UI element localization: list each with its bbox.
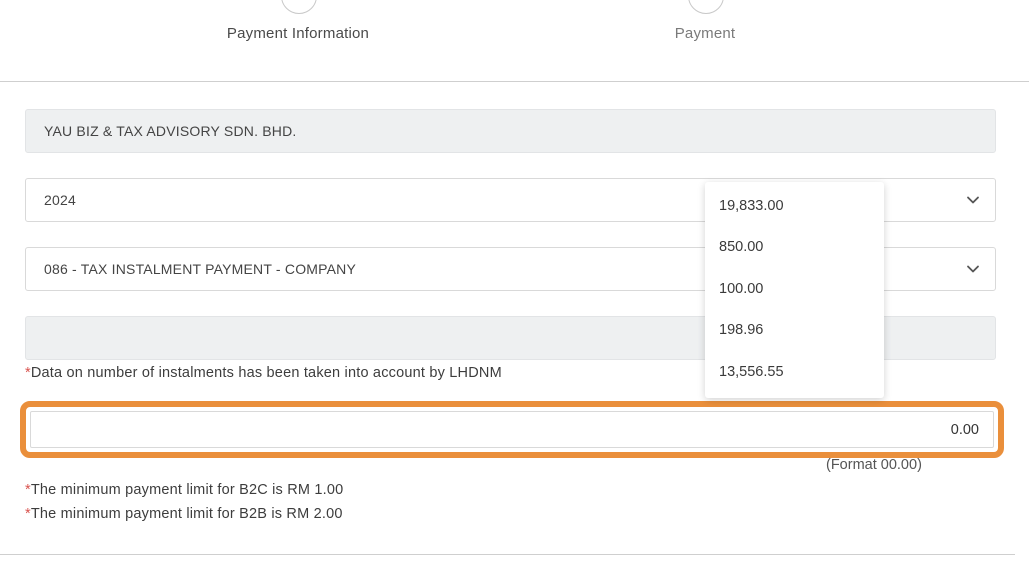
amount-options-dropdown: 19,833.00 850.00 100.00 198.96 13,556.55 <box>705 182 884 398</box>
company-name-field: YAU BIZ & TAX ADVISORY SDN. BHD. <box>25 109 996 153</box>
instalment-note: *Data on number of instalments has been … <box>25 365 502 381</box>
min-limit-b2c-text: The minimum payment limit for B2C is RM … <box>30 482 344 498</box>
chevron-down-icon <box>967 265 979 273</box>
amount-highlight-box <box>20 401 1004 458</box>
instalment-note-text: Data on number of instalments has been t… <box>30 365 502 381</box>
chevron-down-icon <box>967 196 979 204</box>
amount-format-hint: (Format 00.00) <box>826 457 922 473</box>
dropdown-option[interactable]: 13,556.55 <box>705 352 884 393</box>
step-label-payment-information: Payment Information <box>226 25 370 42</box>
dropdown-option[interactable]: 198.96 <box>705 310 884 351</box>
dropdown-option[interactable]: 100.00 <box>705 269 884 310</box>
company-name-value: YAU BIZ & TAX ADVISORY SDN. BHD. <box>44 123 297 139</box>
step-2-circle <box>688 0 724 14</box>
amount-input[interactable] <box>30 411 994 448</box>
stepper-divider <box>0 81 1029 82</box>
min-limit-b2b-note: *The minimum payment limit for B2B is RM… <box>25 506 343 522</box>
year-select-value: 2024 <box>44 192 76 208</box>
step-1-circle <box>281 0 317 14</box>
min-limit-b2b-text: The minimum payment limit for B2B is RM … <box>30 506 343 522</box>
bottom-divider <box>0 554 1015 555</box>
payment-code-value: 086 - TAX INSTALMENT PAYMENT - COMPANY <box>44 261 357 277</box>
min-limit-b2c-note: *The minimum payment limit for B2C is RM… <box>25 482 343 498</box>
step-label-payment: Payment <box>674 25 736 42</box>
dropdown-option[interactable]: 850.00 <box>705 227 884 268</box>
dropdown-option[interactable]: 19,833.00 <box>705 186 884 227</box>
